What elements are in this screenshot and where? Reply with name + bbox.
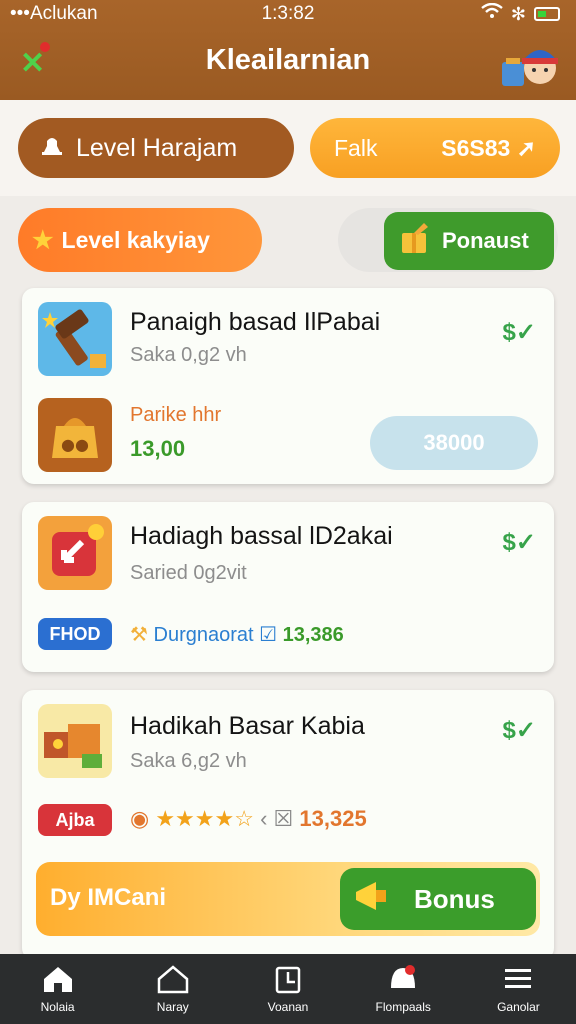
megaphone-icon xyxy=(352,878,392,921)
card-3-tag-label: Ajba xyxy=(55,809,95,830)
ponaust-label: Ponaust xyxy=(442,228,529,253)
tag-icon xyxy=(38,516,112,590)
wifi-icon xyxy=(481,2,503,25)
bottom-nav: Nolaia Naray Voanan Flompaals Ganolar xyxy=(0,954,576,1024)
card-1-title: Panaigh basad IlPabai xyxy=(130,308,381,336)
check-icon: $✓ xyxy=(502,319,536,346)
nav-item-ganolar[interactable]: Ganolar xyxy=(461,954,576,1024)
nav-item-flompaals[interactable]: Flompaals xyxy=(346,954,461,1024)
card-3-tag[interactable]: Ajba xyxy=(38,804,112,836)
card-3-count: 13,325 xyxy=(299,806,367,831)
checkbox-icon: ☑ xyxy=(259,624,278,646)
card-1-action-button[interactable]: 38000 xyxy=(370,416,538,470)
bonus-label: Dy IMCani xyxy=(50,884,167,911)
check-icon: $✓ xyxy=(502,529,536,556)
battery-icon xyxy=(534,7,560,21)
chat-bubble-icon xyxy=(391,965,416,988)
card-2-tag-label: FHOD xyxy=(49,623,101,644)
card-1-subtitle: Saka 0,g2 vh xyxy=(130,344,247,366)
card-2-tag[interactable]: FHOD xyxy=(38,618,112,650)
hammer-icon xyxy=(38,302,112,376)
bell-icon xyxy=(40,134,64,163)
card-2-title: Hadiagh bassal lD2akai xyxy=(130,522,393,550)
nav-item-naray[interactable]: Naray xyxy=(115,954,230,1024)
card-2-subtitle: Saried 0g2vit xyxy=(130,562,247,584)
ponaust-button[interactable]: Ponaust xyxy=(384,212,554,270)
house-outline-icon xyxy=(157,965,189,994)
treasure-chest-icon xyxy=(38,704,112,778)
nav-label: Naray xyxy=(156,1000,189,1014)
treasure-bag-icon: ●● xyxy=(38,398,112,472)
chevron-left-icon: ‹ xyxy=(260,806,268,831)
app-header: •••Aclukan 1:3:82 ✻ ✕ Kleailarnian xyxy=(0,0,576,100)
card-3-subtitle: Saka 6,g2 vh xyxy=(130,750,247,772)
card-1-reward-value: 13,00 xyxy=(130,436,186,461)
check-icon: $✓ xyxy=(502,717,536,744)
close-box-icon: ☒ xyxy=(273,806,294,831)
card-3-title: Hadikah Basar Kabia xyxy=(130,712,365,740)
card-3-rating: ◉ ★★★★☆ ‹ ☒ 13,325 xyxy=(130,806,367,832)
arrow-icon: ➚ xyxy=(516,134,536,161)
status-bar: •••Aclukan 1:3:82 ✻ xyxy=(0,0,576,28)
home-icon xyxy=(43,967,72,992)
gift-icon xyxy=(398,221,432,261)
nav-label: Voanan xyxy=(267,1000,309,1014)
level-button-label: Level Harajam xyxy=(76,133,238,162)
score-value: S6S83 xyxy=(441,134,511,161)
nav-label: Nolaia xyxy=(40,1000,75,1014)
score-button[interactable]: Falk S6S83 ➚ xyxy=(310,118,560,178)
card-2-info: ⚒ Durgnaorat ☑ 13,386 xyxy=(130,622,344,647)
level-kakyiay-label: Level kakyiay xyxy=(61,226,210,253)
score-label: Falk xyxy=(334,134,378,161)
card-1-action-value: 38000 xyxy=(423,430,485,455)
bluetooth-icon: ✻ xyxy=(510,3,526,24)
svg-text:●●: ●● xyxy=(61,435,89,454)
star-rating-icons: ★★★★☆ xyxy=(155,806,254,831)
card-1-reward-label: Parike hhr xyxy=(130,404,222,426)
nav-label: Flompaals xyxy=(375,1000,431,1014)
bonus-button-label: Bonus xyxy=(414,883,495,914)
hammer-small-icon: ⚒ xyxy=(130,624,148,646)
menu-icon xyxy=(505,969,532,988)
bonus-bar: Dy IMCani Bonus xyxy=(36,862,540,936)
nav-item-home[interactable]: Nolaia xyxy=(0,954,115,1024)
page-title: Kleailarnian xyxy=(205,44,371,76)
nav-label: Ganolar xyxy=(497,1000,540,1014)
level-button[interactable]: Level Harajam xyxy=(18,118,294,178)
card-2-info-text: Durgnaorat xyxy=(153,624,254,646)
coin-icon: ◉ xyxy=(130,806,150,831)
nav-item-voanan[interactable]: Voanan xyxy=(230,954,345,1024)
clipboard-icon xyxy=(275,966,301,994)
level-kakyiay-button[interactable]: ★ Level kakyiay xyxy=(18,208,262,272)
task-card-1[interactable]: Panaigh basad IlPabai Saka 0,g2 vh $✓ ●●… xyxy=(22,288,554,484)
card-2-count: 13,386 xyxy=(282,624,344,646)
status-icons: ✻ xyxy=(481,2,560,25)
task-card-2[interactable]: Hadiagh bassal lD2akai Saried 0g2vit $✓ … xyxy=(22,502,554,672)
star-icon: ★ xyxy=(32,226,54,254)
score-value-group: S6S83 ➚ xyxy=(441,135,536,162)
avatar[interactable] xyxy=(500,36,562,92)
bonus-button[interactable]: Bonus xyxy=(340,868,536,930)
